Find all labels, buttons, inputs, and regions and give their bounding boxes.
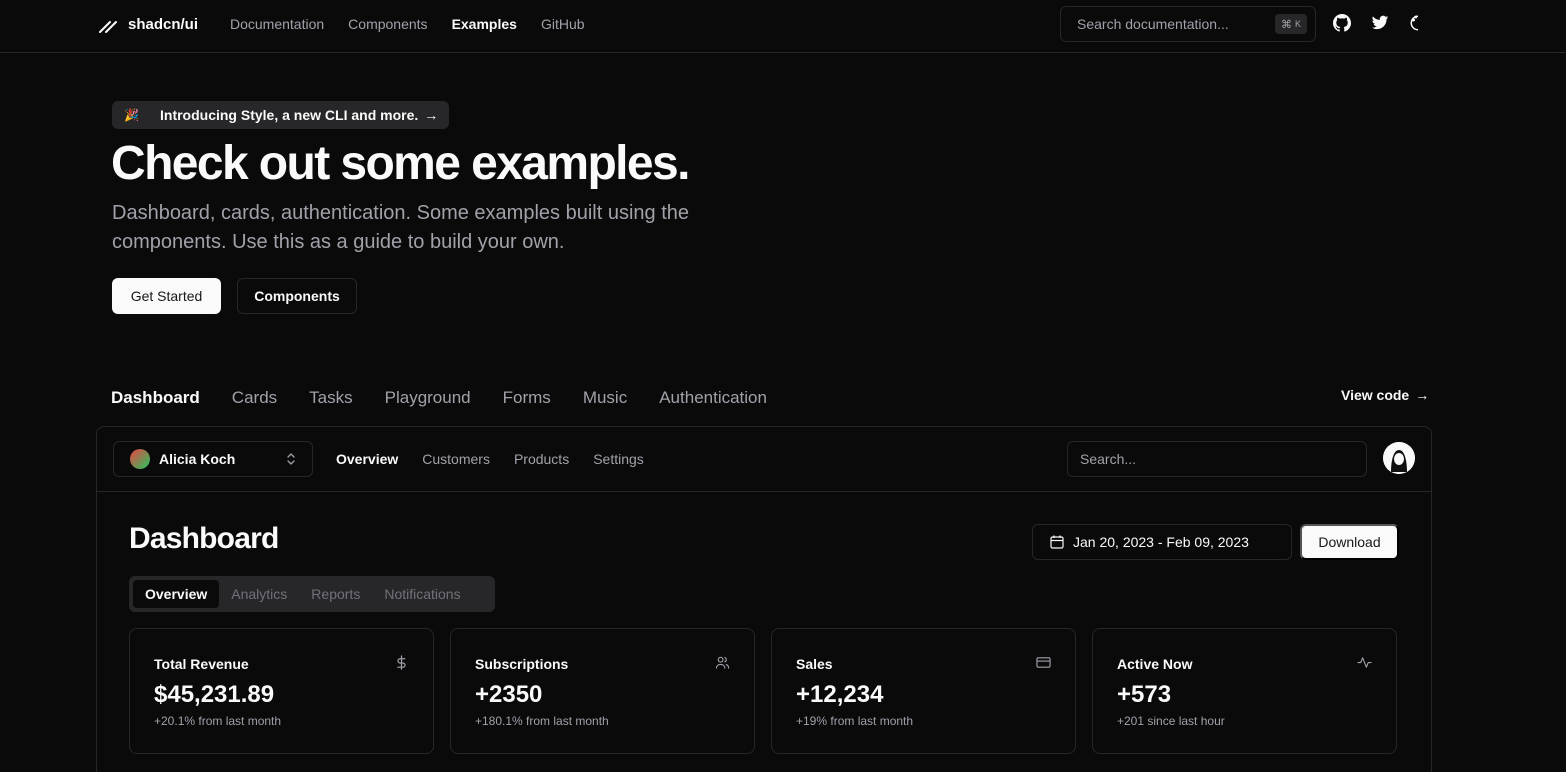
stat-card-revenue: Total Revenue $45,231.89 +20.1% from las…: [129, 628, 434, 754]
dashboard-nav-products[interactable]: Products: [514, 451, 569, 467]
credit-card-icon: [1036, 655, 1051, 675]
date-range-text: Jan 20, 2023 - Feb 09, 2023: [1073, 534, 1249, 550]
examples-tabs: Dashboard Cards Tasks Playground Forms M…: [111, 388, 767, 408]
dashboard-header: Alicia Koch Overview Customers Products …: [97, 427, 1431, 492]
card-subtext: +201 since last hour: [1117, 714, 1225, 728]
team-avatar: [130, 449, 150, 469]
nav-documentation[interactable]: Documentation: [230, 16, 324, 32]
card-subtext: +19% from last month: [796, 714, 914, 728]
brand-name: shadcn/ui: [128, 15, 199, 33]
tab-dashboard[interactable]: Dashboard: [111, 388, 200, 408]
tab-authentication[interactable]: Authentication: [659, 388, 767, 408]
tab-overview[interactable]: Overview: [133, 580, 220, 608]
tab-analytics[interactable]: Analytics: [219, 580, 299, 608]
tab-music[interactable]: Music: [583, 388, 627, 408]
card-subtext: +20.1% from last month: [154, 714, 282, 728]
dashboard-nav-overview[interactable]: Overview: [336, 451, 398, 467]
page-title: Check out some examples.: [111, 137, 690, 190]
users-icon: [715, 655, 730, 675]
party-icon: 🎉: [124, 108, 139, 122]
card-subtext: +180.1% from last month: [475, 714, 609, 728]
dashboard-title: Dashboard: [129, 522, 279, 555]
view-code-label: View code: [1341, 387, 1410, 403]
card-value: +12,234: [796, 681, 884, 708]
card-value: +2350: [475, 681, 543, 708]
stat-card-subscriptions: Subscriptions +2350 +180.1% from last mo…: [450, 628, 755, 754]
nav-components[interactable]: Components: [348, 16, 427, 32]
tab-forms[interactable]: Forms: [503, 388, 551, 408]
k-key: K: [1294, 19, 1301, 29]
arrow-right-icon: →: [424, 107, 439, 123]
user-avatar[interactable]: [1383, 442, 1415, 474]
nav-examples[interactable]: Examples: [452, 16, 517, 32]
docs-search-placeholder: Search documentation...: [1077, 16, 1229, 32]
tab-playground[interactable]: Playground: [385, 388, 471, 408]
header-icons: [1332, 13, 1428, 33]
get-started-button[interactable]: Get Started: [112, 278, 221, 314]
card-title: Subscriptions: [475, 656, 569, 672]
main-site-nav: Documentation Components Examples GitHub: [230, 16, 585, 32]
twitter-icon[interactable]: [1370, 13, 1390, 33]
stat-cards: Total Revenue $45,231.89 +20.1% from las…: [129, 628, 1397, 754]
card-title: Active Now: [1117, 656, 1193, 672]
card-title: Total Revenue: [154, 656, 249, 672]
view-code-link[interactable]: View code →: [1341, 387, 1429, 403]
github-icon[interactable]: [1332, 13, 1352, 33]
docs-search-button[interactable]: Search documentation... ⌘ K: [1060, 6, 1316, 42]
download-button[interactable]: Download: [1300, 524, 1399, 560]
dashboard-preview: Alicia Koch Overview Customers Products …: [96, 426, 1432, 772]
dashboard-search-input[interactable]: Search...: [1067, 441, 1367, 477]
arrow-right-icon: →: [1415, 387, 1430, 403]
search-shortcut: ⌘ K: [1274, 14, 1307, 34]
card-value: $45,231.89: [154, 681, 275, 708]
stat-card-sales: Sales +12,234 +19% from last month: [771, 628, 1076, 754]
announcement-text: Introducing Style, a new CLI and more.: [160, 107, 419, 123]
dollar-icon: [394, 655, 409, 675]
announcement-badge[interactable]: 🎉 Introducing Style, a new CLI and more.…: [112, 101, 449, 129]
card-title: Sales: [796, 656, 833, 672]
card-value: +573: [1117, 681, 1172, 708]
tab-tasks[interactable]: Tasks: [309, 388, 352, 408]
date-range-picker[interactable]: Jan 20, 2023 - Feb 09, 2023: [1032, 524, 1292, 560]
dashboard-nav-settings[interactable]: Settings: [593, 451, 644, 467]
tab-cards[interactable]: Cards: [232, 388, 277, 408]
brand-link[interactable]: shadcn/ui: [98, 14, 198, 34]
tab-notifications[interactable]: Notifications: [372, 580, 472, 608]
team-name: Alicia Koch: [159, 451, 236, 467]
dashboard-search-placeholder: Search...: [1080, 451, 1137, 467]
calendar-icon: [1050, 535, 1064, 549]
theme-toggle-icon[interactable]: [1408, 13, 1428, 33]
site-header: shadcn/ui Documentation Components Examp…: [0, 0, 1566, 53]
logo-icon: [99, 21, 117, 33]
chevrons-up-down-icon: [286, 452, 296, 469]
dashboard-nav: Overview Customers Products Settings: [336, 451, 644, 467]
command-key: ⌘: [1280, 18, 1292, 31]
stat-card-active-now: Active Now +573 +201 since last hour: [1092, 628, 1397, 754]
team-switcher[interactable]: Alicia Koch: [113, 441, 313, 477]
dashboard-tabs: Overview Analytics Reports Notifications: [129, 576, 495, 612]
tab-reports[interactable]: Reports: [299, 580, 372, 608]
nav-github[interactable]: GitHub: [541, 16, 585, 32]
page-description: Dashboard, cards, authentication. Some e…: [112, 202, 690, 253]
dashboard-nav-customers[interactable]: Customers: [422, 451, 490, 467]
activity-icon: [1357, 655, 1372, 675]
components-button[interactable]: Components: [237, 278, 357, 314]
